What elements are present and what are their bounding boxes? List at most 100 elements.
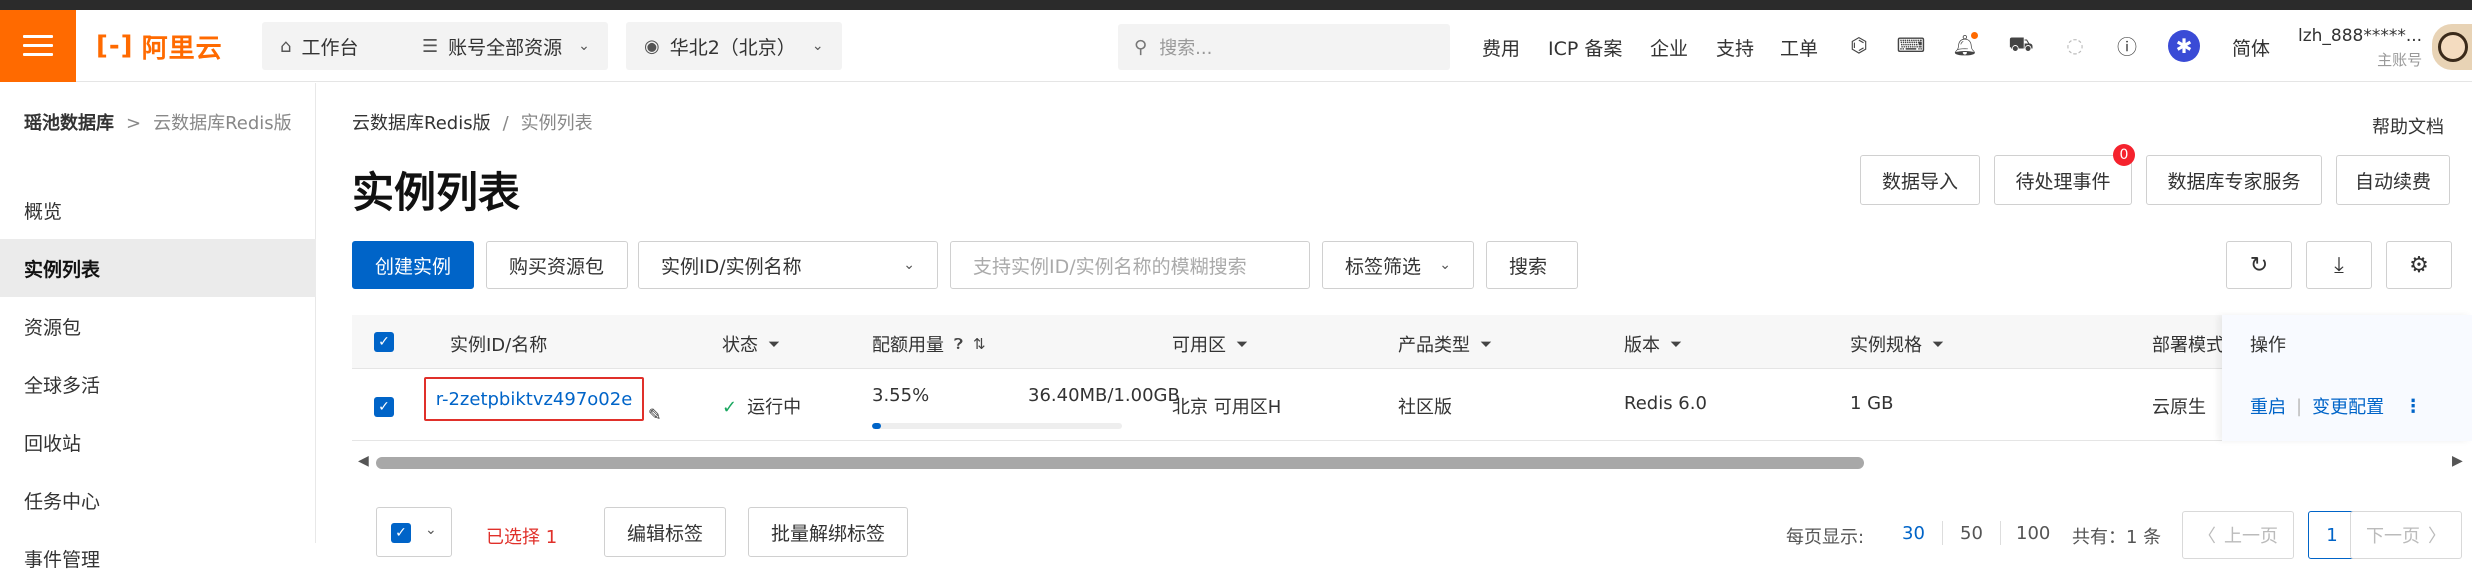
auto-renew-button[interactable]: 自动续费: [2336, 155, 2450, 205]
col-instance-id: 实例ID/名称: [450, 335, 548, 356]
filter-icon[interactable]: ⏷: [768, 335, 780, 353]
bulk-select-dropdown[interactable]: ✓ ⌄: [376, 507, 452, 557]
col-quota-usage: 配额用量 ❓︎ ⇅: [872, 335, 986, 356]
sidebar-item-resource-pack[interactable]: 资源包: [0, 297, 316, 355]
language-switch[interactable]: 简体: [2232, 34, 2270, 61]
sidebar-item-event-management[interactable]: 事件管理: [0, 529, 316, 587]
menu-button[interactable]: [0, 10, 76, 82]
data-import-button[interactable]: 数据导入: [1860, 155, 1980, 205]
help-docs-link[interactable]: 帮助文档: [2372, 113, 2444, 139]
buy-resource-pack-button[interactable]: 购买资源包: [486, 241, 628, 289]
page-size-30[interactable]: 30: [1902, 523, 1925, 544]
scroll-left-icon[interactable]: ◀: [358, 453, 369, 469]
help-circle-icon[interactable]: ⓘ: [2112, 30, 2142, 60]
sort-icon[interactable]: ⇅: [973, 335, 986, 353]
next-page-button[interactable]: 下一页〉: [2350, 511, 2462, 559]
ai-assistant-icon[interactable]: ⌬: [1844, 30, 1874, 60]
sidebar-item-recycle-bin[interactable]: 回收站: [0, 413, 316, 471]
breadcrumb-separator: >: [126, 113, 142, 134]
nav-support[interactable]: 支持: [1716, 34, 1754, 61]
more-actions-icon[interactable]: ⋮: [2404, 396, 2422, 417]
chevron-down-icon: ⌄: [425, 522, 437, 538]
instance-id-link[interactable]: r-2zetpbiktvz497o02e: [424, 377, 644, 421]
chevron-left-icon: 〈: [2198, 526, 2216, 547]
op-separator: |: [2296, 395, 2303, 417]
row-checkbox[interactable]: ✓: [374, 397, 394, 417]
filter-icon[interactable]: ⏷: [1236, 335, 1248, 353]
table-footer: ✓ ⌄ 已选择 1 编辑标签 批量解绑标签 每页显示: 30 50 100 共有…: [316, 503, 2472, 559]
breadcrumb-root[interactable]: 云数据库Redis版: [352, 113, 491, 134]
sidebar-item-task-center[interactable]: 任务中心: [0, 471, 316, 529]
top-navigation-bar: [-] 阿里云 ⌂ 工作台 ☰ 账号全部资源 ⌄ ◉ 华北2（北京） ⌄ ⚲ 搜…: [0, 10, 2472, 82]
col-operations: 操作: [2250, 335, 2286, 356]
create-instance-button[interactable]: 创建实例: [352, 241, 474, 289]
bulk-select-checkbox[interactable]: ✓: [391, 523, 411, 543]
prev-page-button[interactable]: 〈上一页: [2182, 511, 2294, 559]
select-all-checkbox[interactable]: ✓: [374, 332, 394, 352]
page-size-100[interactable]: 100: [2016, 523, 2050, 544]
filter-icon[interactable]: ⏷: [1932, 335, 1944, 353]
user-info[interactable]: lzh_888*****... 主账号: [2298, 24, 2422, 72]
filter-field-label: 实例ID/实例名称: [661, 255, 802, 278]
filter-field-select[interactable]: 实例ID/实例名称 ⌄: [638, 241, 938, 289]
scroll-right-icon[interactable]: ▶: [2452, 453, 2463, 469]
nav-fees[interactable]: 费用: [1482, 34, 1520, 61]
terminal-icon[interactable]: ⌨: [1896, 30, 1926, 60]
sidebar-item-instance-list[interactable]: 实例列表: [0, 239, 316, 297]
sidebar-item-global-active[interactable]: 全球多活: [0, 355, 316, 413]
total-count: 共有：1 条: [2072, 527, 2162, 548]
help-icon[interactable]: ❓︎: [954, 335, 963, 353]
filter-icon[interactable]: ⏷: [1480, 335, 1492, 353]
usage-progress-bar: [872, 423, 1122, 429]
pending-events-label: 待处理事件: [2015, 170, 2111, 193]
tag-filter-button[interactable]: 标签筛选 ⌄: [1322, 241, 1474, 289]
settings-gear-icon[interactable]: ⚙: [2386, 241, 2452, 289]
zone-cell: 北京 可用区H: [1172, 397, 1282, 418]
lightbulb-icon[interactable]: ◌: [2060, 30, 2090, 60]
batch-unbind-tags-button[interactable]: 批量解绑标签: [748, 507, 908, 557]
bell-icon[interactable]: 🔔︎: [1950, 30, 1980, 60]
product-type-cell: 社区版: [1398, 397, 1452, 418]
region-selector[interactable]: ◉ 华北2（北京） ⌄: [626, 22, 842, 70]
home-icon: ⌂: [280, 35, 292, 57]
pending-events-button[interactable]: 待处理事件 0: [1994, 144, 2135, 205]
page-size-50[interactable]: 50: [1960, 523, 1983, 544]
sidebar-breadcrumb-root[interactable]: 瑶池数据库: [24, 113, 114, 134]
instance-search-input[interactable]: 支持实例ID/实例名称的模糊搜索: [950, 241, 1310, 289]
sidebar-item-overview[interactable]: 概览: [0, 181, 316, 239]
current-page-button[interactable]: 1: [2308, 511, 2356, 559]
usage-progress-fill: [872, 423, 881, 429]
col-product-type: 产品类型 ⏷: [1398, 335, 1493, 356]
search-button[interactable]: 搜索: [1486, 241, 1578, 289]
nav-ticket[interactable]: 工单: [1780, 34, 1818, 61]
operations-column: 操作 重启 | 变更配置 ⋮: [2222, 315, 2472, 441]
nav-icp[interactable]: ICP 备案: [1548, 34, 1622, 61]
cart-icon[interactable]: ⛟: [2006, 30, 2036, 60]
breadcrumb-separator: /: [502, 113, 509, 134]
resource-selector[interactable]: ☰ 账号全部资源 ⌄: [404, 22, 608, 70]
global-search-input[interactable]: ⚲ 搜索...: [1118, 24, 1450, 70]
search-icon: ⚲: [1134, 36, 1148, 58]
selected-count: 已选择 1: [486, 527, 558, 548]
download-icon[interactable]: ⤓: [2306, 241, 2372, 289]
horizontal-scrollbar[interactable]: ◀ ▶: [352, 451, 2472, 473]
db-expert-service-button[interactable]: 数据库专家服务: [2146, 155, 2322, 205]
service-icon[interactable]: ✱: [2168, 30, 2200, 62]
restart-link[interactable]: 重启: [2250, 393, 2286, 419]
aliyun-logo[interactable]: [-] 阿里云: [96, 31, 223, 64]
nav-enterprise[interactable]: 企业: [1650, 34, 1688, 61]
deploy-mode-cell: 云原生: [2152, 397, 2206, 418]
chevron-right-icon: 〉: [2428, 526, 2446, 547]
refresh-icon[interactable]: ↻: [2226, 241, 2292, 289]
avatar[interactable]: [2432, 24, 2472, 70]
workbench-button[interactable]: ⌂ 工作台: [262, 22, 414, 70]
page-title: 实例列表: [352, 168, 521, 217]
filter-icon[interactable]: ⏷: [1670, 335, 1682, 353]
notification-dot: [1971, 32, 1978, 39]
edit-name-icon[interactable]: ✎: [648, 405, 661, 424]
table-header: ✓ 实例ID/名称 状态 ⏷ 配额用量 ❓︎ ⇅ 可用区 ⏷ 产品类型 ⏷ 版本 ⏷ 实例规…: [352, 315, 2472, 369]
sidebar: 瑶池数据库 > 云数据库Redis版 概览 实例列表 资源包 全球多活 回收站 任务…: [0, 83, 316, 571]
scrollbar-thumb[interactable]: [376, 457, 1864, 469]
change-config-link[interactable]: 变更配置: [2312, 393, 2384, 419]
edit-tags-button[interactable]: 编辑标签: [604, 507, 726, 557]
